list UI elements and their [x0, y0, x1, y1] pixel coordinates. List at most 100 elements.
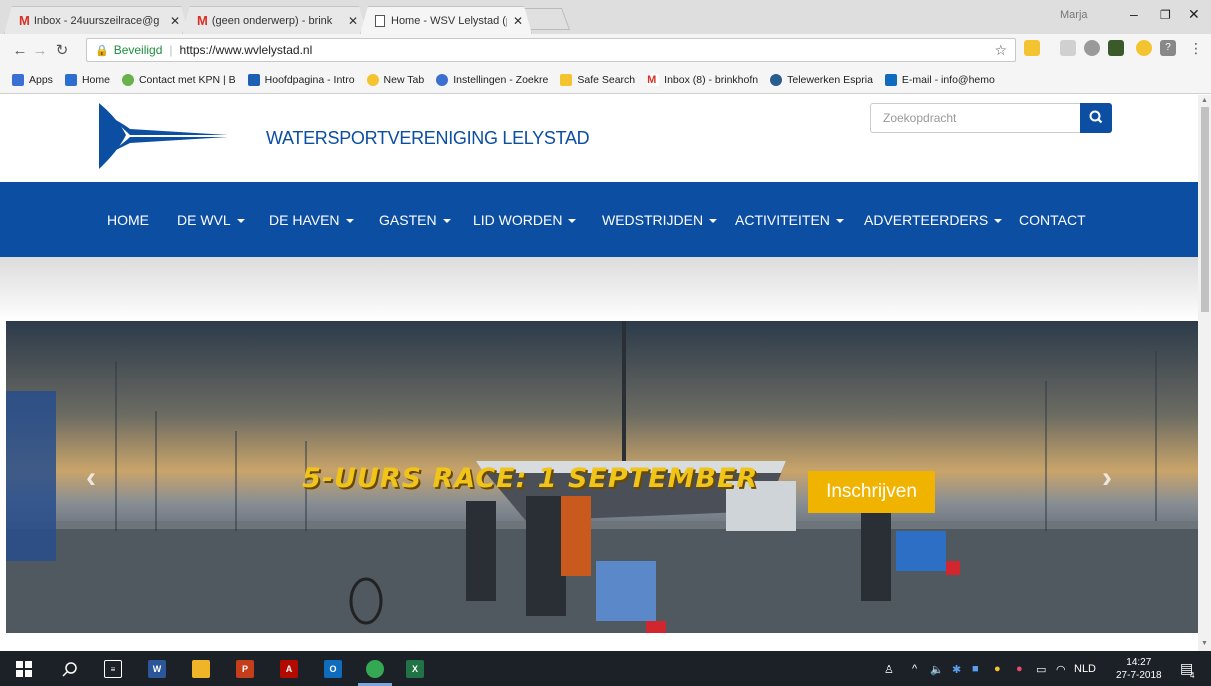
bookmarks-bar: Apps Home Contact met KPN | B Hoofdpagin…: [0, 66, 1211, 94]
chrome-icon[interactable]: [366, 660, 384, 678]
hero-carousel[interactable]: 5-UURS RACE: 1 SEPTEMBER Inschrijven ‹ ›: [6, 321, 1198, 633]
content-area: [0, 633, 1198, 651]
scroll-down-icon[interactable]: ▼: [1201, 640, 1208, 647]
nav-gasten[interactable]: GASTEN: [379, 212, 451, 228]
file-explorer-icon[interactable]: [192, 660, 210, 678]
back-icon[interactable]: ←: [10, 42, 30, 59]
acrobat-icon[interactable]: A: [280, 660, 298, 678]
profile-name[interactable]: Marja: [1060, 9, 1088, 21]
browser-tab-active[interactable]: Home - WSV Lelystad (pc ✕: [360, 6, 532, 34]
outlook-icon[interactable]: O: [324, 660, 342, 678]
tab-strip: M Inbox - 24uurszeilrace@g ✕ M (geen ond…: [0, 0, 1211, 34]
close-icon[interactable]: ✕: [348, 14, 358, 28]
nav-lid-worden[interactable]: LID WORDEN: [473, 212, 577, 228]
bookmark-inbox[interactable]: M Inbox (8) - brinkhofn: [647, 73, 758, 86]
bluetooth-icon[interactable]: ✱: [952, 663, 961, 676]
nav-label: LID WORDEN: [473, 212, 563, 228]
extension-icon[interactable]: [1108, 40, 1124, 56]
people-icon[interactable]: ♙: [884, 663, 894, 676]
notification-count: 4: [1190, 671, 1195, 680]
register-button[interactable]: Inschrijven: [808, 471, 935, 513]
word-icon[interactable]: W: [148, 660, 166, 678]
wifi-icon[interactable]: ◠: [1056, 663, 1066, 676]
browser-tab[interactable]: M Inbox - 24uurszeilrace@g ✕: [4, 6, 189, 34]
language-indicator[interactable]: NLD: [1074, 663, 1096, 675]
task-view-icon[interactable]: ≡: [104, 660, 122, 678]
hero-caption: 5-UURS RACE: 1 SEPTEMBER: [302, 463, 759, 494]
scroll-thumb[interactable]: [1201, 107, 1209, 312]
carousel-prev-icon[interactable]: ‹: [86, 461, 96, 495]
tab-title: (geen onderwerp) - brink: [211, 14, 333, 27]
sharepoint-favicon: [247, 73, 260, 86]
battery-icon[interactable]: ▭: [1036, 663, 1046, 676]
reload-icon[interactable]: ↻: [52, 41, 72, 59]
bookmark-new-tab[interactable]: New Tab: [366, 73, 425, 86]
bookmark-apps[interactable]: Apps: [12, 73, 53, 86]
bookmark-label: E-mail - info@hemo: [901, 73, 995, 86]
outlook-tray-icon[interactable]: ■: [972, 663, 979, 675]
bookmark-home[interactable]: Home: [64, 73, 110, 86]
volume-icon[interactable]: 🔈: [930, 663, 944, 676]
app-tray-icon[interactable]: ●: [1016, 663, 1023, 675]
search-button[interactable]: [1080, 103, 1112, 133]
minimize-icon[interactable]: –: [1130, 6, 1138, 22]
bookmark-kpn[interactable]: Contact met KPN | B: [121, 73, 236, 86]
search-input[interactable]: Zoekopdracht: [870, 103, 1081, 133]
close-window-icon[interactable]: ✕: [1188, 6, 1200, 23]
club-logo[interactable]: [96, 101, 236, 171]
bookmark-hoofdpagina[interactable]: Hoofdpagina - Intro: [247, 73, 355, 86]
nav-de-haven[interactable]: DE HAVEN: [269, 212, 354, 228]
outlook-favicon: [884, 73, 897, 86]
carousel-next-icon[interactable]: ›: [1102, 461, 1112, 495]
powerpoint-icon[interactable]: P: [236, 660, 254, 678]
nav-de-wvl[interactable]: DE WVL: [177, 212, 245, 228]
checkmark-icon: [560, 73, 573, 86]
close-icon[interactable]: ✕: [170, 14, 180, 28]
site-title[interactable]: WATERSPORTVERENIGING LELYSTAD: [266, 128, 590, 149]
nav-label: DE HAVEN: [269, 212, 340, 228]
windows-start-icon[interactable]: [16, 661, 32, 677]
nav-contact[interactable]: CONTACT: [1019, 212, 1086, 228]
web-page: WATERSPORTVERENIGING LELYSTAD Zoekopdrac…: [0, 95, 1198, 651]
page-scrollbar[interactable]: ▲ ▼: [1198, 95, 1211, 651]
bookmark-star-icon[interactable]: ☆: [994, 42, 1007, 59]
restore-icon[interactable]: ❐: [1160, 8, 1171, 22]
page-icon: [375, 15, 385, 27]
extension-icon[interactable]: [1024, 40, 1040, 56]
bookmark-label: Home: [81, 73, 110, 86]
nav-home[interactable]: HOME: [107, 212, 149, 228]
taskbar: ≡ W P A O X ♙ ^ 🔈 ✱ ■ ● ● ▭ ◠ NLD 14:27 …: [0, 651, 1211, 686]
tab-title: Home - WSV Lelystad (pc: [391, 14, 507, 27]
lock-icon: 🔒: [95, 44, 109, 57]
nav-wedstrijden[interactable]: WEDSTRIJDEN: [602, 212, 718, 228]
url-field[interactable]: 🔒 Beveiligd | https://www.wvlelystad.nl …: [86, 38, 1016, 62]
help-icon[interactable]: ?: [1160, 40, 1176, 56]
show-hidden-icons[interactable]: ^: [912, 663, 917, 675]
extension-icon[interactable]: [1136, 40, 1152, 56]
separator: |: [169, 43, 173, 57]
telewerken-favicon: [770, 73, 783, 86]
bookmark-telewerken[interactable]: Telewerken Espria: [770, 73, 873, 86]
caret-down-icon: [345, 219, 354, 224]
menu-dots-icon[interactable]: ⋮: [1188, 40, 1204, 56]
bookmark-instellingen[interactable]: Instellingen - Zoekre: [436, 73, 548, 86]
extension-icon[interactable]: [1084, 40, 1100, 56]
bookmark-safe-search[interactable]: Safe Search: [560, 73, 635, 86]
search-icon[interactable]: [62, 661, 78, 677]
forward-icon[interactable]: →: [30, 42, 50, 59]
bookmark-label: Apps: [29, 73, 53, 86]
secure-label: Beveiligd: [113, 43, 163, 57]
close-icon[interactable]: ✕: [513, 14, 523, 28]
extension-icon[interactable]: [1060, 40, 1076, 56]
scroll-up-icon[interactable]: ▲: [1201, 97, 1208, 104]
system-clock[interactable]: 14:27 27-7-2018: [1116, 656, 1162, 682]
bookmark-label: New Tab: [383, 73, 425, 86]
nav-label: HOME: [107, 212, 149, 228]
bookmark-email[interactable]: E-mail - info@hemo: [884, 73, 995, 86]
app-tray-icon[interactable]: ●: [994, 663, 1001, 675]
excel-icon[interactable]: X: [406, 660, 424, 678]
nav-adverteerders[interactable]: ADVERTEERDERS: [864, 212, 1003, 228]
gmail-icon: M: [19, 13, 30, 28]
browser-tab[interactable]: M (geen onderwerp) - brink ✕: [182, 6, 367, 34]
nav-activiteiten[interactable]: ACTIVITEITEN: [735, 212, 844, 228]
